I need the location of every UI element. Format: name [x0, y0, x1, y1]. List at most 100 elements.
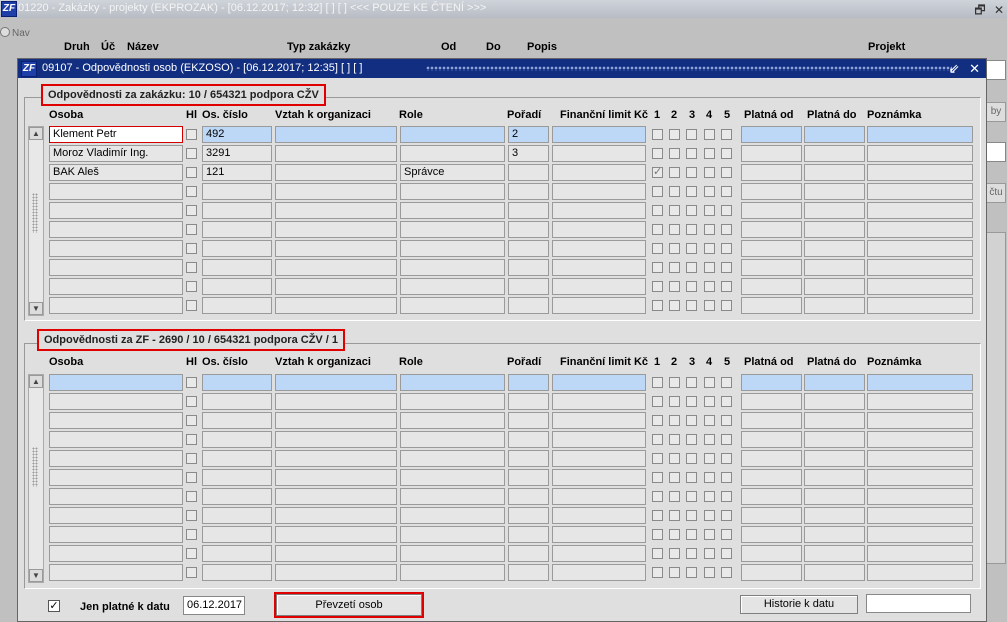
s2-cell-financni-limit[interactable] [552, 412, 646, 429]
nav-radio[interactable]: Nav [0, 27, 30, 39]
s2-c1-checkbox[interactable] [652, 548, 663, 559]
s1-cell-role[interactable] [400, 240, 505, 257]
s2-c1-checkbox[interactable] [652, 415, 663, 426]
s2-c1-checkbox[interactable] [652, 510, 663, 521]
s2-hl-checkbox[interactable] [186, 472, 197, 483]
s1-c3-checkbox[interactable] [686, 205, 697, 216]
s1-cell-platna-do[interactable] [804, 126, 865, 143]
s2-c3-checkbox[interactable] [686, 415, 697, 426]
s1-cell-os-cislo[interactable] [202, 240, 272, 257]
s1-cell-platna-do[interactable] [804, 297, 865, 314]
s2-cell-osoba[interactable] [49, 450, 183, 467]
s1-cell-financni-limit[interactable] [552, 183, 646, 200]
s1-c4-checkbox[interactable] [704, 186, 715, 197]
s2-cell-poznamka[interactable] [867, 488, 973, 505]
s2-cell-platna-od[interactable] [741, 393, 802, 410]
s2-cell-role[interactable] [400, 450, 505, 467]
s2-cell-platna-od[interactable] [741, 545, 802, 562]
s1-cell-platna-od[interactable] [741, 202, 802, 219]
s1-cell-platna-do[interactable] [804, 183, 865, 200]
history-to-date-button[interactable]: Historie k datu [740, 595, 858, 614]
s1-cell-vztah[interactable] [275, 202, 397, 219]
s2-cell-poradi[interactable] [508, 469, 549, 486]
s2-cell-osoba[interactable] [49, 393, 183, 410]
s2-cell-financni-limit[interactable] [552, 393, 646, 410]
s1-c5-checkbox[interactable] [721, 281, 732, 292]
s1-c1-checkbox[interactable] [652, 281, 663, 292]
s2-hl-checkbox[interactable] [186, 396, 197, 407]
s1-cell-poradi[interactable] [508, 221, 549, 238]
s1-cell-poradi[interactable] [508, 164, 549, 181]
s1-cell-poznamka[interactable] [867, 278, 973, 295]
s1-cell-poradi[interactable] [508, 297, 549, 314]
s1-c4-checkbox[interactable] [704, 129, 715, 140]
s2-cell-platna-do[interactable] [804, 526, 865, 543]
s2-cell-platna-do[interactable] [804, 374, 865, 391]
s1-c2-checkbox[interactable] [669, 262, 680, 273]
s2-cell-poradi[interactable] [508, 488, 549, 505]
s2-c2-checkbox[interactable] [669, 567, 680, 578]
s2-cell-platna-od[interactable] [741, 412, 802, 429]
s1-cell-os-cislo[interactable] [202, 259, 272, 276]
s1-hl-checkbox[interactable] [186, 167, 197, 178]
scroll-down-icon[interactable]: ▼ [29, 569, 43, 582]
bg-field[interactable] [986, 60, 1006, 80]
s2-cell-platna-do[interactable] [804, 564, 865, 581]
s1-cell-poradi[interactable]: 3 [508, 145, 549, 162]
s1-c4-checkbox[interactable] [704, 205, 715, 216]
s2-cell-os-cislo[interactable] [202, 450, 272, 467]
s2-c4-checkbox[interactable] [704, 434, 715, 445]
s1-c3-checkbox[interactable] [686, 262, 697, 273]
s2-c3-checkbox[interactable] [686, 472, 697, 483]
s1-cell-role[interactable] [400, 145, 505, 162]
s2-c4-checkbox[interactable] [704, 453, 715, 464]
s1-cell-platna-od[interactable] [741, 297, 802, 314]
valid-date-input[interactable]: 06.12.2017 [183, 596, 245, 615]
s2-c5-checkbox[interactable] [721, 567, 732, 578]
s2-cell-financni-limit[interactable] [552, 564, 646, 581]
restore-icon[interactable]: 🗗 [974, 3, 985, 17]
s2-cell-financni-limit[interactable] [552, 450, 646, 467]
s2-c4-checkbox[interactable] [704, 548, 715, 559]
s2-hl-checkbox[interactable] [186, 529, 197, 540]
s1-cell-poznamka[interactable] [867, 202, 973, 219]
s2-c4-checkbox[interactable] [704, 510, 715, 521]
dialog-close-icon[interactable]: ✕ [969, 61, 980, 76]
s2-cell-role[interactable] [400, 374, 505, 391]
s1-c4-checkbox[interactable] [704, 262, 715, 273]
s1-cell-platna-od[interactable] [741, 259, 802, 276]
s1-c1-checkbox[interactable] [652, 165, 663, 178]
scroll-grip[interactable] [32, 193, 38, 233]
s1-c4-checkbox[interactable] [704, 281, 715, 292]
s2-c3-checkbox[interactable] [686, 510, 697, 521]
s1-cell-role[interactable] [400, 202, 505, 219]
s2-cell-osoba[interactable] [49, 469, 183, 486]
s1-cell-financni-limit[interactable] [552, 297, 646, 314]
s1-c5-checkbox[interactable] [721, 148, 732, 159]
s2-cell-poradi[interactable] [508, 526, 549, 543]
s2-cell-platna-do[interactable] [804, 412, 865, 429]
s2-cell-os-cislo[interactable] [202, 545, 272, 562]
dialog-restore-icon[interactable]: ⇙ [949, 61, 960, 76]
s1-cell-financni-limit[interactable] [552, 278, 646, 295]
s2-cell-osoba[interactable] [49, 564, 183, 581]
s2-c5-checkbox[interactable] [721, 415, 732, 426]
s1-cell-platna-do[interactable] [804, 240, 865, 257]
s2-c2-checkbox[interactable] [669, 472, 680, 483]
s2-cell-vztah[interactable] [275, 488, 397, 505]
s1-c5-checkbox[interactable] [721, 243, 732, 254]
s2-hl-checkbox[interactable] [186, 510, 197, 521]
s1-c4-checkbox[interactable] [704, 300, 715, 311]
s2-c2-checkbox[interactable] [669, 396, 680, 407]
bg-button-partial[interactable]: by [986, 102, 1006, 122]
scroll-up-icon[interactable]: ▲ [29, 127, 43, 140]
s2-cell-poznamka[interactable] [867, 469, 973, 486]
s2-c2-checkbox[interactable] [669, 415, 680, 426]
s1-cell-platna-do[interactable] [804, 202, 865, 219]
s1-c4-checkbox[interactable] [704, 148, 715, 159]
s2-cell-vztah[interactable] [275, 526, 397, 543]
s2-c3-checkbox[interactable] [686, 567, 697, 578]
s1-c2-checkbox[interactable] [669, 281, 680, 292]
s1-c2-checkbox[interactable] [669, 224, 680, 235]
s1-cell-vztah[interactable] [275, 259, 397, 276]
